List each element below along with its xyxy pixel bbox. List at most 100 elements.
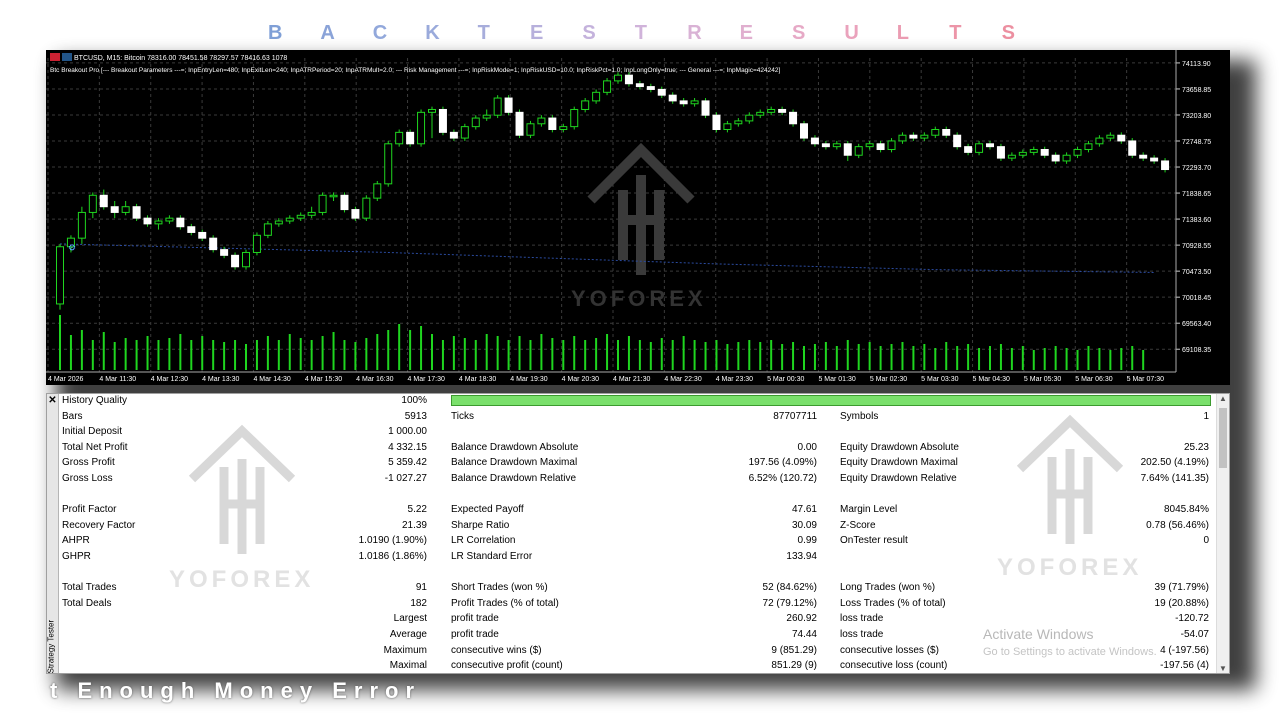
tester-side-label: Strategy Tester xyxy=(46,619,56,674)
candle-body xyxy=(548,117,557,130)
banner-title: BACKTESTRESULTS xyxy=(0,22,1280,50)
candle-body xyxy=(986,143,994,148)
time-tick-label: 4 Mar 15:30 xyxy=(305,376,342,383)
chart-symbol-line: BTCUSD, M15: Bitcoin 78316.00 78451.58 7… xyxy=(50,53,287,62)
metric-value: 5 359.42 xyxy=(388,457,427,469)
candle-body xyxy=(909,134,918,139)
time-tick-label: 4 Mar 12:30 xyxy=(151,376,188,383)
tester-scrollbar[interactable]: ▲ ▼ xyxy=(1216,394,1229,673)
candle-body xyxy=(1139,154,1148,159)
banner-letter: C xyxy=(372,22,388,44)
candle-body xyxy=(712,114,721,130)
candle-body xyxy=(110,206,119,213)
metric-value: Average xyxy=(389,629,427,640)
time-tick-label: 4 Mar 22:30 xyxy=(664,376,701,383)
metric-value: 0.78 (56.46%) xyxy=(1146,519,1209,531)
price-tick-label: 72293.70 xyxy=(1182,165,1211,172)
time-tick-label: 5 Mar 03:30 xyxy=(921,376,958,383)
price-chart[interactable]: 74113.90 73658.85 73203.80 72748.75 72293.70… xyxy=(46,50,1230,385)
metric-value: 133.94 xyxy=(786,551,817,562)
metric-value: 851.29 (9) xyxy=(771,660,817,672)
candle-body xyxy=(603,80,612,93)
candle-body xyxy=(701,100,710,116)
candle-body xyxy=(898,134,907,142)
candle-body xyxy=(482,114,491,119)
candle-body xyxy=(646,86,655,90)
metric-value: 4 332.15 xyxy=(388,441,427,453)
yoforex-chart-logo xyxy=(587,142,695,275)
candle-body xyxy=(220,249,229,256)
price-tick-label: 69563.40 xyxy=(1182,321,1211,328)
price-tick-label: 72748.75 xyxy=(1182,139,1211,146)
metric-value: -120.72 xyxy=(1175,613,1209,625)
candle-body xyxy=(1106,134,1115,139)
candle-body xyxy=(581,100,590,110)
candle-body xyxy=(471,117,480,128)
metric-label: Margin Level xyxy=(840,504,898,516)
candle-body xyxy=(821,143,830,148)
candle-body xyxy=(734,120,743,125)
candle-body xyxy=(438,108,447,133)
metric-label: Long Trades (won %) xyxy=(840,582,936,594)
candle-body xyxy=(285,217,294,222)
candle-body xyxy=(843,143,852,156)
candle-body xyxy=(832,143,841,148)
candle-body xyxy=(121,206,130,213)
close-icon[interactable]: ✕ xyxy=(48,395,57,406)
candle-body xyxy=(340,194,349,211)
candle-body xyxy=(920,134,929,139)
price-tick-label: 73658.85 xyxy=(1182,87,1211,94)
metric-label: loss trade xyxy=(840,613,884,625)
scroll-down-icon[interactable]: ▼ xyxy=(1217,664,1229,673)
candle-body xyxy=(231,254,240,268)
candle-body xyxy=(865,143,874,148)
metric-label: Total Trades xyxy=(62,582,117,594)
scroll-thumb[interactable] xyxy=(1219,408,1227,468)
metric-value: 52 (84.62%) xyxy=(762,582,817,594)
candle-body xyxy=(537,117,546,125)
price-tick-label: 70018.45 xyxy=(1182,295,1211,302)
metric-value: 1 xyxy=(1203,410,1209,422)
metric-label: Loss Trades (% of total) xyxy=(840,597,946,609)
candle-body xyxy=(614,74,622,82)
tester-side-strip: ✕ Strategy Tester xyxy=(47,394,59,673)
metric-label: Profit Trades (% of total) xyxy=(451,597,559,609)
metric-label: LR Standard Error xyxy=(451,551,533,562)
candle-body xyxy=(1073,149,1082,156)
metric-label: Bars xyxy=(62,410,83,422)
candle-body xyxy=(373,183,382,199)
candle-body xyxy=(964,146,973,153)
history-quality-bar xyxy=(451,395,1211,406)
banner-letter: E xyxy=(739,22,753,44)
banner-letter: R xyxy=(687,22,702,44)
candle-body xyxy=(209,237,218,251)
candle-body xyxy=(406,131,415,145)
metric-label: consecutive losses ($) xyxy=(840,644,939,656)
metric-label: History Quality xyxy=(62,395,128,406)
metric-label: profit trade xyxy=(451,629,499,640)
candle-body xyxy=(570,108,579,128)
metric-label: Sharpe Ratio xyxy=(451,519,510,531)
candle-body xyxy=(143,217,152,225)
metric-label: Balance Drawdown Relative xyxy=(451,473,577,484)
metric-value: Maximum xyxy=(383,644,427,656)
candle-body xyxy=(1040,149,1049,156)
candle-body xyxy=(274,220,283,225)
candle-body xyxy=(942,128,951,136)
footer-caption: t Enough Money Error xyxy=(50,678,421,703)
metric-value: 0 xyxy=(1203,535,1209,547)
time-tick-label: 5 Mar 04:30 xyxy=(973,376,1010,383)
banner-letter: S xyxy=(792,22,806,44)
candle-body xyxy=(307,211,316,216)
candle-body xyxy=(975,143,984,153)
candle-body xyxy=(559,126,568,130)
scroll-up-icon[interactable]: ▲ xyxy=(1217,394,1229,403)
candle-body xyxy=(296,214,305,219)
metric-label: Z-Score xyxy=(840,519,876,531)
metric-label: AHPR xyxy=(62,535,90,547)
candle-body xyxy=(1117,134,1126,142)
candle-body xyxy=(657,88,666,96)
candle-body xyxy=(876,143,885,151)
metric-value: 91 xyxy=(415,582,427,594)
price-chart-window[interactable]: 74113.90 73658.85 73203.80 72748.75 72293.70… xyxy=(46,50,1230,385)
